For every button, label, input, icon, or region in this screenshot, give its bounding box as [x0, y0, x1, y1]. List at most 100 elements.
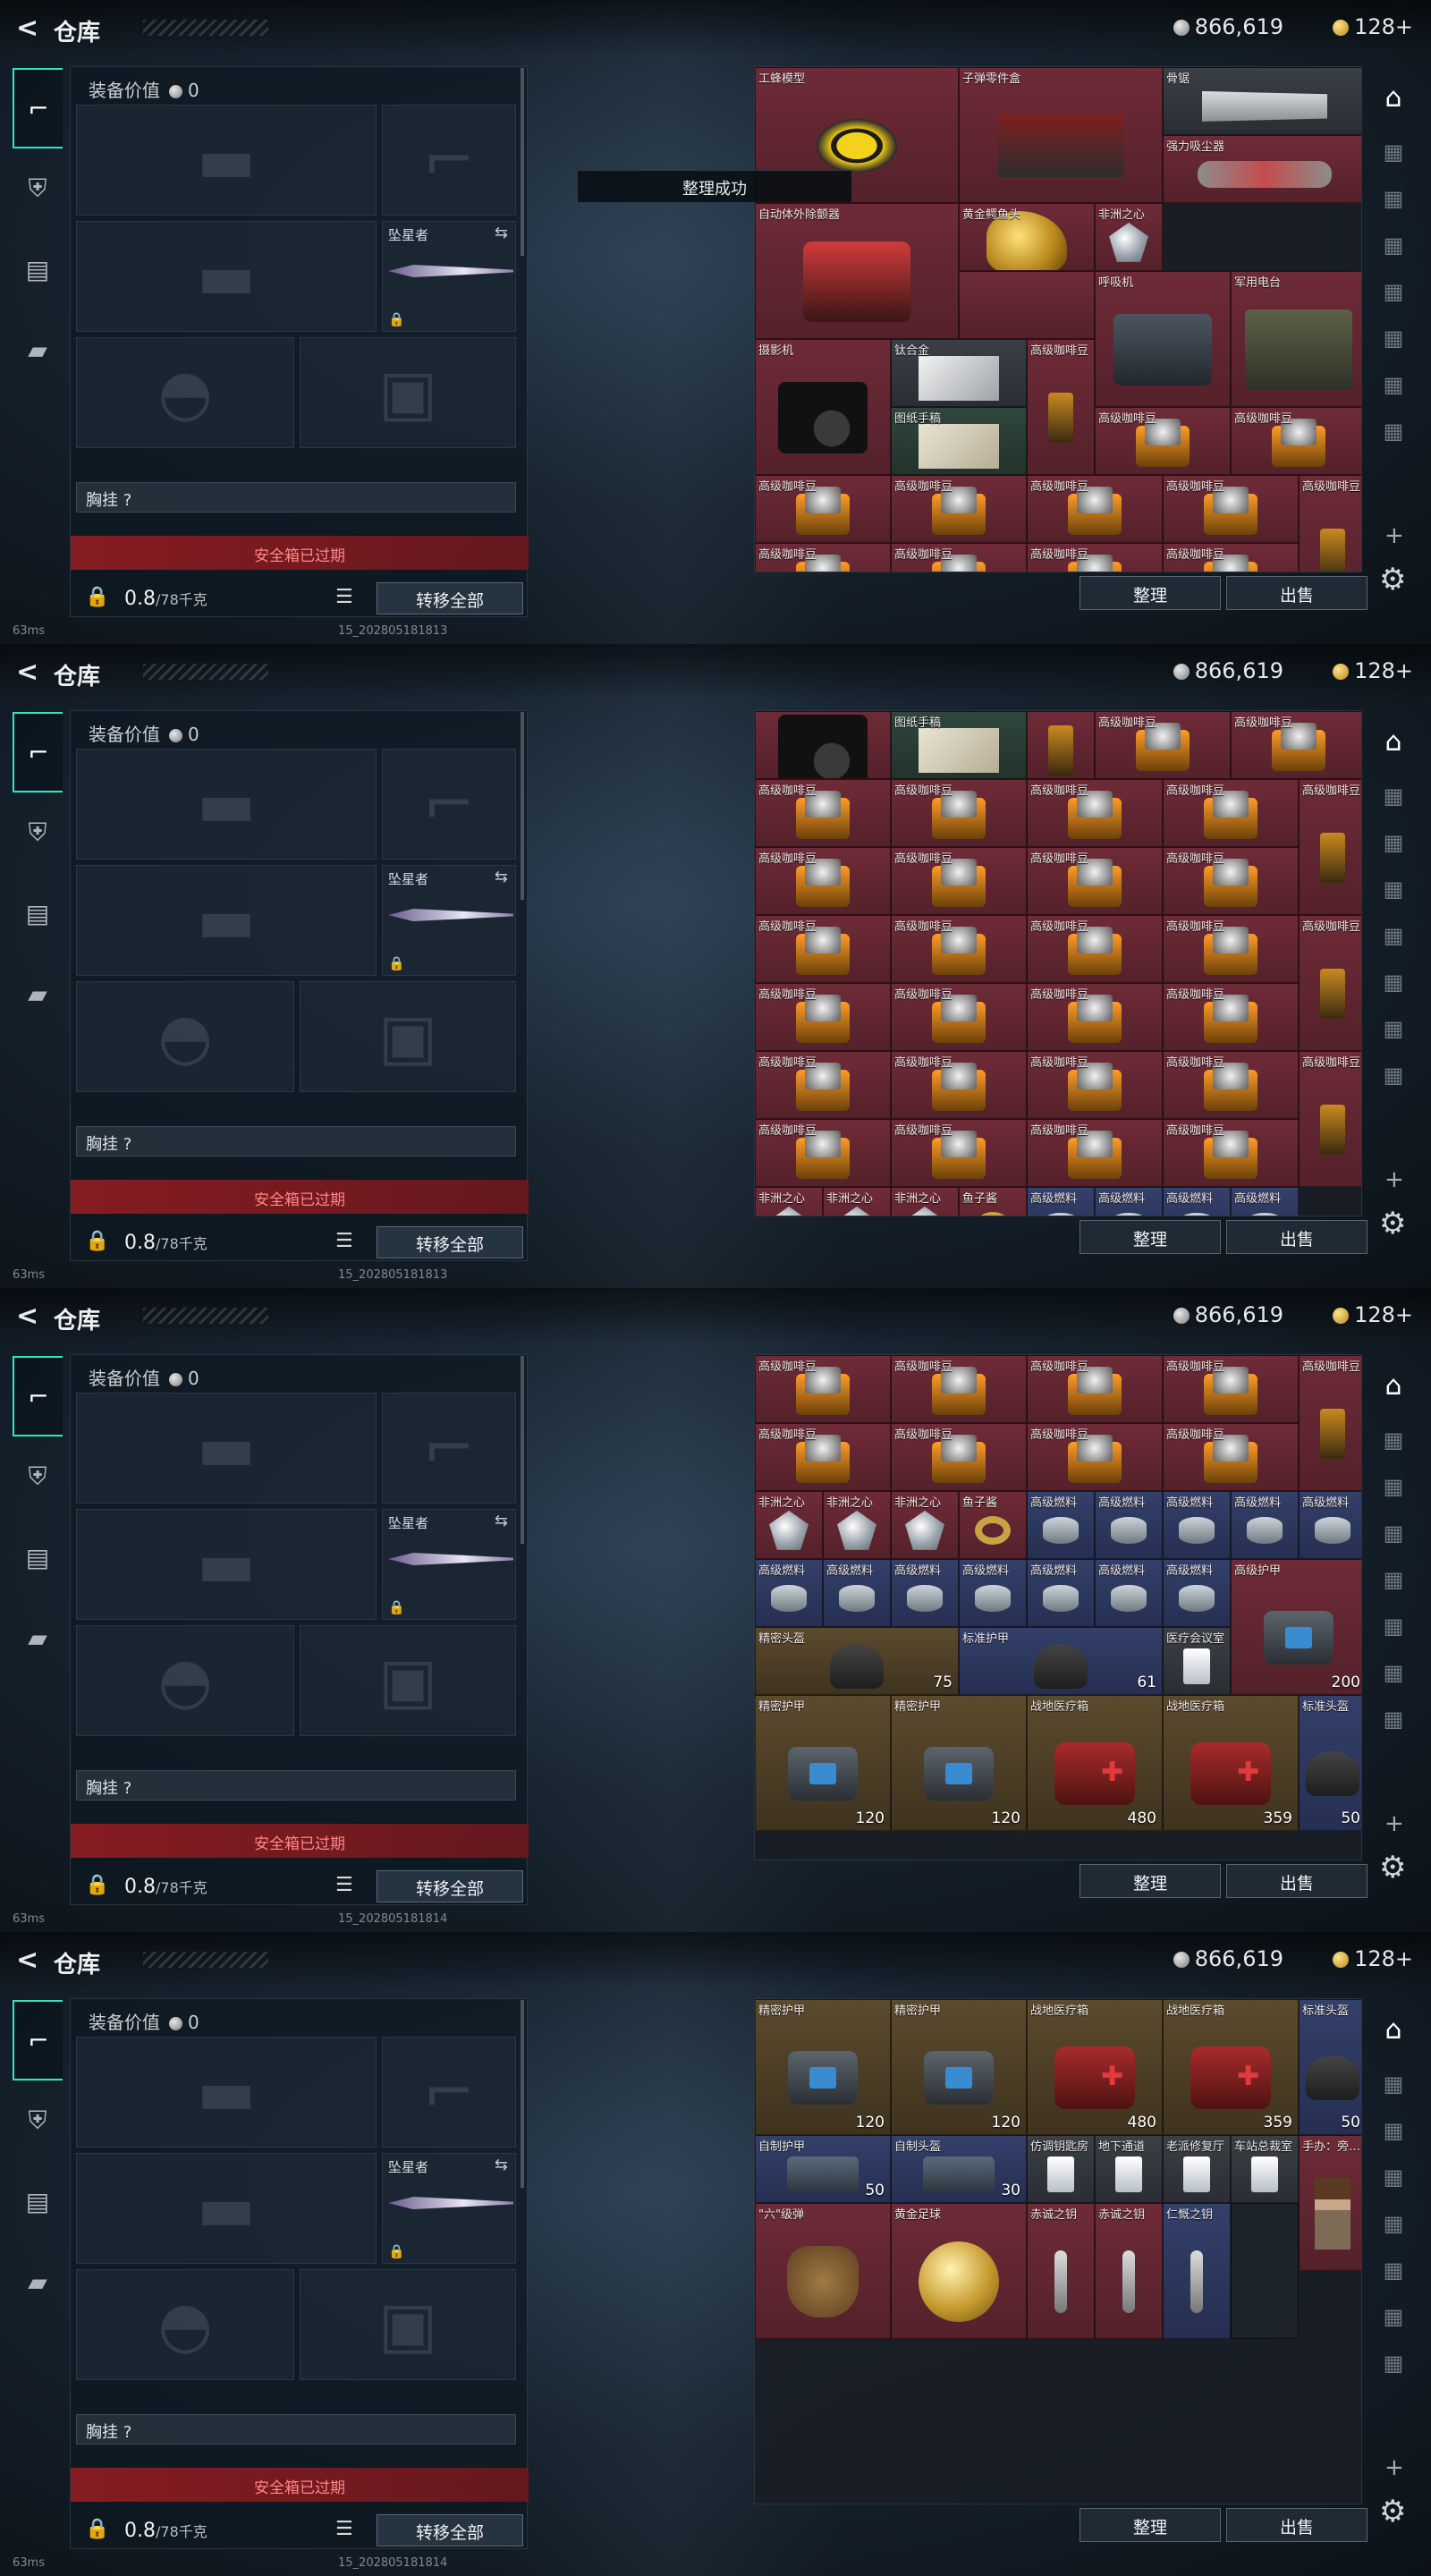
add-page-icon[interactable]: + [1384, 1810, 1404, 1837]
stash-item[interactable]: 高级燃料 [959, 1559, 1027, 1627]
stash-item[interactable]: 高级咖啡豆 [1299, 475, 1361, 572]
settings-icon[interactable]: ⚙ [1379, 562, 1406, 597]
stash-page-icon[interactable]: ▦ [1368, 2154, 1418, 2200]
stash-page-icon[interactable]: ▦ [1368, 1052, 1418, 1098]
pistol-slot[interactable]: ⌐ [382, 2037, 516, 2148]
stash-item[interactable]: 高级咖啡豆 [755, 983, 891, 1051]
stash-item[interactable]: 高级咖啡豆 [1163, 1051, 1299, 1119]
loadout-scrollbar[interactable] [521, 68, 524, 256]
stash-item[interactable]: 高级咖啡豆 [1299, 1051, 1361, 1187]
backpack-tab-icon[interactable]: ▤ [13, 1517, 63, 1597]
stash-item[interactable]: 高级咖啡豆 [1027, 1119, 1163, 1187]
armor-tab-icon[interactable]: ⛨ [13, 2080, 63, 2161]
sort-button[interactable]: 整理 [1080, 1220, 1221, 1254]
stash-item[interactable]: 战地医疗箱 480 [1027, 1695, 1163, 1831]
stash-page-icon[interactable]: ▦ [1368, 129, 1418, 175]
swap-icon[interactable]: ⇆ [495, 1512, 508, 1530]
chest-rig-slot[interactable]: 胸挂 ? [76, 1126, 516, 1157]
stash-item[interactable]: 高级燃料 [823, 1559, 891, 1627]
stash-item[interactable]: 赤诚之钥 [1027, 2203, 1095, 2339]
stash-page-icon[interactable]: ▦ [1368, 866, 1418, 912]
stash-item[interactable]: 高级咖啡豆 [1027, 1423, 1163, 1491]
stash-item[interactable]: 高级燃料 [1163, 1187, 1231, 1216]
settings-icon[interactable]: ⚙ [1379, 1206, 1406, 1241]
stash-item[interactable]: 高级咖啡豆 [1163, 475, 1299, 543]
stash-item[interactable]: 精密护甲 120 [755, 1999, 891, 2135]
stash-item[interactable]: 高级咖啡豆 [891, 847, 1027, 915]
helmet-slot[interactable]: ◓ [76, 2269, 294, 2380]
stash-item[interactable]: 高级咖啡豆 [891, 1355, 1027, 1423]
transfer-all-button[interactable]: 转移全部 [377, 582, 523, 614]
warehouse-home-icon[interactable]: ⌂ [1368, 66, 1418, 129]
loadout-scrollbar[interactable] [521, 1356, 524, 1544]
stash-item[interactable]: 高级咖啡豆 [1027, 983, 1163, 1051]
stash-page-icon[interactable]: ▦ [1368, 2247, 1418, 2293]
add-page-icon[interactable]: + [1384, 522, 1404, 549]
stash-page-icon[interactable]: ▦ [1368, 408, 1418, 454]
stash-item[interactable]: 高级燃料 [1231, 1187, 1299, 1216]
armor-slot[interactable]: ▣ [300, 337, 516, 448]
stash-item[interactable]: 精密头盔 75 [755, 1627, 959, 1695]
sell-button[interactable]: 出售 [1226, 2508, 1367, 2542]
case-tab-icon[interactable]: ▰ [13, 1597, 63, 1678]
secondary-weapon-slot[interactable]: ▬ [76, 1509, 377, 1620]
stash-item[interactable]: 精密护甲 120 [755, 1695, 891, 1831]
stash-item[interactable]: 高级咖啡豆 [755, 847, 891, 915]
stash-item[interactable]: 高级咖啡豆 [755, 915, 891, 983]
stash-item[interactable]: 高级咖啡豆 [891, 475, 1027, 543]
stash-item[interactable]: 高级燃料 [755, 1559, 823, 1627]
stash-item[interactable]: 高级咖啡豆 [1231, 407, 1361, 475]
stash-item[interactable]: 高级咖啡豆 [755, 1423, 891, 1491]
melee-slot[interactable]: 坠星者 ⇆ 🔒 [382, 1509, 516, 1620]
swap-icon[interactable]: ⇆ [495, 2156, 508, 2174]
warehouse-home-icon[interactable]: ⌂ [1368, 710, 1418, 773]
stash-item[interactable]: 高级咖啡豆 [1163, 543, 1299, 572]
stash-item[interactable]: 高级护甲 200 [1231, 1559, 1361, 1695]
list-view-icon[interactable]: ☰ [335, 586, 353, 608]
warehouse-home-icon[interactable]: ⌂ [1368, 1354, 1418, 1417]
stash-item[interactable]: 高级咖啡豆 [891, 1423, 1027, 1491]
stash-item[interactable]: 高级咖啡豆 [891, 543, 1027, 572]
stash-page-icon[interactable]: ▦ [1368, 361, 1418, 408]
stash-item[interactable]: 摄影机 [755, 339, 891, 475]
swap-icon[interactable]: ⇆ [495, 868, 508, 886]
stash-item[interactable]: 钛合金 [891, 339, 1027, 407]
list-view-icon[interactable]: ☰ [335, 1874, 353, 1896]
pistol-slot[interactable]: ⌐ [382, 105, 516, 216]
stash-page-icon[interactable]: ▦ [1368, 819, 1418, 866]
stash-item[interactable]: 高级咖啡豆 [1163, 847, 1299, 915]
stash-page-icon[interactable]: ▦ [1368, 1510, 1418, 1556]
stash-item[interactable]: 高级咖啡豆 [1095, 407, 1231, 475]
stash-item[interactable] [1231, 2203, 1299, 2339]
stash-item[interactable]: 高级咖啡豆 [755, 779, 891, 847]
weapon-tab-icon[interactable]: ⌐ [13, 1356, 63, 1436]
stash-page-icon[interactable]: ▦ [1368, 175, 1418, 222]
safe-box-expired-bar[interactable]: 安全箱已过期 [71, 2468, 529, 2502]
stash-item[interactable]: 高级咖啡豆 [1163, 1423, 1299, 1491]
stash-item[interactable]: 地下通道 [1095, 2135, 1163, 2203]
stash-item[interactable]: 仿调钥匙房 [1027, 2135, 1095, 2203]
add-page-icon[interactable]: + [1384, 1166, 1404, 1193]
stash-item[interactable]: 非洲之心 [755, 1187, 823, 1216]
stash-item[interactable]: 高级咖啡豆 [1163, 1119, 1299, 1187]
stash-page-icon[interactable]: ▦ [1368, 1417, 1418, 1463]
secondary-weapon-slot[interactable]: ▬ [76, 865, 377, 976]
stash-item[interactable]: 战地医疗箱 359 [1163, 1695, 1299, 1831]
gold-currency[interactable]: 128+ [1333, 1302, 1413, 1327]
stash-item[interactable]: 高级咖啡豆 [1095, 711, 1231, 779]
armor-slot[interactable]: ▣ [300, 1625, 516, 1736]
stash-item[interactable]: 战地医疗箱 480 [1027, 1999, 1163, 2135]
stash-item[interactable]: 非洲之心 [1095, 203, 1163, 271]
stash-item[interactable]: 手办：旁… [1299, 2135, 1361, 2271]
stash-item[interactable]: 呼吸机 [1095, 271, 1231, 407]
stash-item[interactable]: 黄金鳄鱼头 [959, 203, 1095, 271]
stash-item[interactable]: 高级咖啡豆 [755, 543, 891, 572]
stash-item[interactable]: 高级燃料 [1027, 1559, 1095, 1627]
stash-page-icon[interactable]: ▦ [1368, 1649, 1418, 1696]
chest-rig-slot[interactable]: 胸挂 ? [76, 2414, 516, 2445]
stash-item[interactable]: 高级咖啡豆 [1163, 1355, 1299, 1423]
stash-item[interactable]: 高级咖啡豆 [755, 475, 891, 543]
stash-item[interactable] [755, 711, 891, 779]
stash-item[interactable]: 非洲之心 [823, 1491, 891, 1559]
stash-item[interactable]: 高级咖啡豆 [1163, 779, 1299, 847]
